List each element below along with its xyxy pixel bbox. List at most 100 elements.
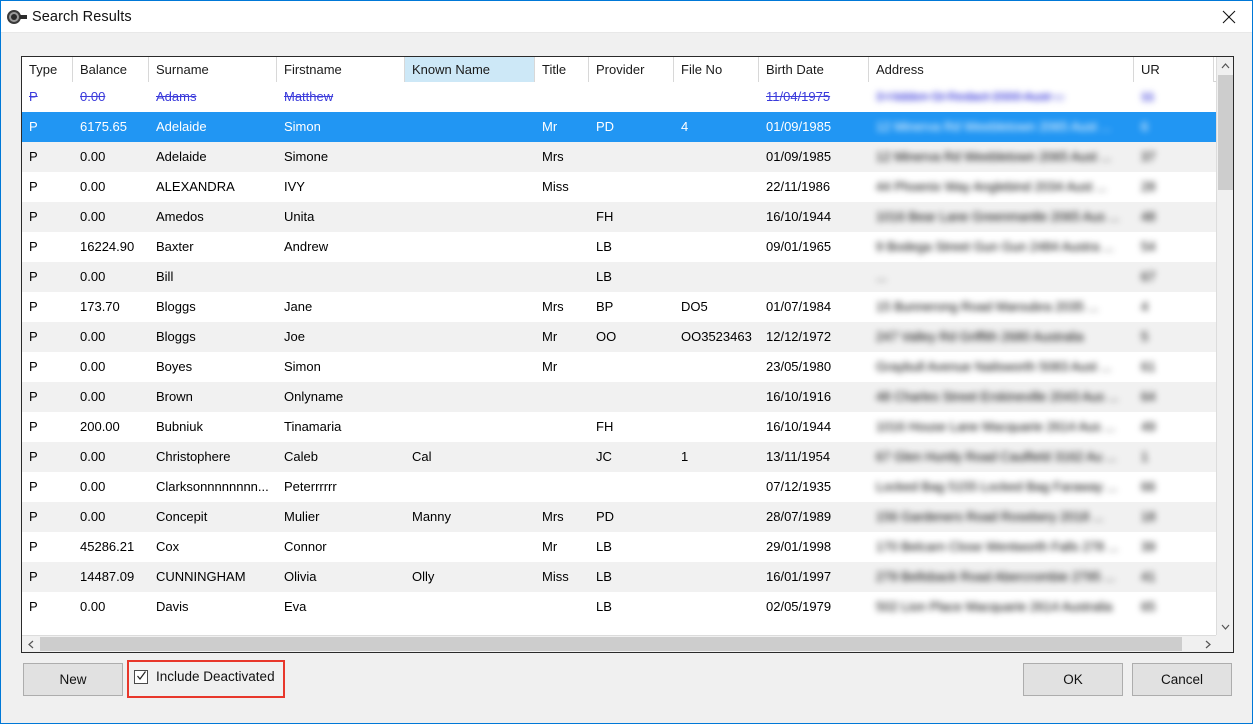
cell-ur: 37 bbox=[1141, 149, 1156, 164]
checkbox-box[interactable] bbox=[134, 669, 148, 684]
new-button[interactable]: New bbox=[23, 663, 123, 696]
column-header-provider[interactable]: Provider bbox=[589, 57, 674, 82]
cell-birth-date: 16/10/1944 bbox=[766, 419, 832, 434]
cell-type: P bbox=[29, 149, 38, 164]
vertical-scrollbar-thumb[interactable] bbox=[1218, 75, 1233, 190]
table-row[interactable]: P 0.00 Adelaide Simone Mrs 01/09/1985 12 Miner… bbox=[22, 142, 1216, 172]
cell-known-name bbox=[405, 142, 535, 172]
cell-type: P bbox=[29, 179, 38, 194]
cell-birth-date: 16/01/1997 bbox=[766, 569, 832, 584]
table-row[interactable]: P 0.00 Christophere Caleb Cal JC 1 13/11/1954 67… bbox=[22, 442, 1216, 472]
cell-title bbox=[535, 382, 589, 412]
cell-firstname: IVY bbox=[284, 179, 305, 194]
cell-type: P bbox=[29, 599, 38, 614]
column-header-ur[interactable]: UR bbox=[1134, 57, 1214, 82]
table-row[interactable]: P 0.00 Boyes Simon Mr 23/05/1980 Graybull Aven… bbox=[22, 352, 1216, 382]
cell-address: 3 Hidden St Redact 2000 Aust ... bbox=[876, 89, 1065, 104]
column-header-known-name[interactable]: Known Name bbox=[405, 57, 535, 82]
cell-surname: ALEXANDRA bbox=[156, 179, 235, 194]
table-row[interactable]: P 16224.90 Baxter Andrew LB 09/01/1965 9 Bodeg… bbox=[22, 232, 1216, 262]
table-row[interactable]: P 0.00 Adams Matthew 11/04/1975 3 Hidden St R… bbox=[22, 82, 1216, 112]
cell-known-name: Manny bbox=[412, 509, 452, 524]
cell-file-no: 1 bbox=[681, 449, 689, 464]
cell-balance: 0.00 bbox=[80, 329, 106, 344]
include-deactivated-checkbox[interactable]: Include Deactivated bbox=[134, 669, 275, 684]
cell-firstname: Peterrrrrr bbox=[284, 479, 337, 494]
cell-type: P bbox=[29, 299, 38, 314]
cell-known-name bbox=[405, 262, 535, 292]
search-results-grid[interactable]: Type Balance Surname Firstname Known Name Tit… bbox=[21, 56, 1234, 653]
cell-provider: LB bbox=[596, 539, 612, 554]
cell-file-no: DO5 bbox=[681, 299, 708, 314]
cell-birth-date: 07/12/1935 bbox=[766, 479, 832, 494]
cell-known-name bbox=[405, 382, 535, 412]
cell-address: 12 Minerva Rd Weebletown 2065 Aust ... bbox=[876, 149, 1112, 164]
column-header-firstname[interactable]: Firstname bbox=[277, 57, 405, 82]
cell-birth-date: 16/10/1916 bbox=[766, 389, 832, 404]
table-row[interactable]: P 6175.65 Adelaide Simon Mr PD 4 01/09/1985 12 M… bbox=[22, 112, 1216, 142]
cell-file-no bbox=[674, 232, 759, 262]
column-header-birth-date[interactable]: Birth Date bbox=[759, 57, 869, 82]
cell-balance: 200.00 bbox=[80, 419, 120, 434]
cell-balance: 45286.21 bbox=[80, 539, 135, 554]
column-header-type[interactable]: Type bbox=[22, 57, 73, 82]
cell-birth-date: 02/05/1979 bbox=[766, 599, 832, 614]
cell-ur: 61 bbox=[1141, 359, 1156, 374]
column-header-file-no[interactable]: File No bbox=[674, 57, 759, 82]
cell-address: 247 Valley Rd Griffith 2680 Australia bbox=[876, 329, 1084, 344]
column-header-balance[interactable]: Balance bbox=[73, 57, 149, 82]
cell-title: Mr bbox=[542, 359, 558, 374]
cell-provider: LB bbox=[596, 599, 612, 614]
cell-file-no bbox=[674, 82, 759, 112]
cell-file-no bbox=[674, 262, 759, 292]
horizontal-scrollbar-thumb[interactable] bbox=[40, 637, 1182, 651]
cell-title bbox=[535, 592, 589, 622]
table-row[interactable]: P 0.00 Concepit Mulier Manny Mrs PD 28/07/1989 1… bbox=[22, 502, 1216, 532]
cell-type: P bbox=[29, 509, 38, 524]
cell-title: Mrs bbox=[542, 149, 564, 164]
search-results-dialog: Search Results Type Balance Surname Firstna… bbox=[0, 0, 1253, 724]
cell-birth-date: 29/01/1998 bbox=[766, 539, 832, 554]
column-header-title[interactable]: Title bbox=[535, 57, 589, 82]
cell-balance: 16224.90 bbox=[80, 239, 135, 254]
cell-known-name bbox=[405, 292, 535, 322]
vertical-scrollbar[interactable] bbox=[1216, 57, 1233, 635]
table-row[interactable]: P 45286.21 Cox Connor Mr LB 29/01/1998 170 Belc… bbox=[22, 532, 1216, 562]
table-row[interactable]: P 0.00 Amedos Unita FH 16/10/1944 1016 Bear La… bbox=[22, 202, 1216, 232]
cell-address: 156 Gardeners Road Rosebery 2018 ... bbox=[876, 509, 1104, 524]
cell-firstname: Simon bbox=[284, 359, 321, 374]
table-row[interactable]: P 0.00 Bloggs Joe Mr OO OO3523463 12/12/1972 247… bbox=[22, 322, 1216, 352]
table-row[interactable]: P 0.00 ALEXANDRA IVY Miss 22/11/1986 44 Phoeni… bbox=[22, 172, 1216, 202]
cell-birth-date bbox=[759, 262, 869, 292]
chevron-down-icon[interactable] bbox=[1217, 618, 1233, 635]
cell-surname: Bloggs bbox=[156, 329, 196, 344]
cell-firstname: Simone bbox=[284, 149, 329, 164]
table-row[interactable]: P 0.00 Bill LB... 67 bbox=[22, 262, 1216, 292]
cancel-button[interactable]: Cancel bbox=[1132, 663, 1232, 696]
close-icon[interactable] bbox=[1206, 1, 1252, 32]
table-row[interactable]: P 0.00 Brown Onlyname 16/10/1916 48 Charles S… bbox=[22, 382, 1216, 412]
ok-button[interactable]: OK bbox=[1023, 663, 1123, 696]
cell-surname: Adelaide bbox=[156, 149, 207, 164]
column-header-surname[interactable]: Surname bbox=[149, 57, 277, 82]
table-row[interactable]: P 200.00 Bubniuk Tinamaria FH 16/10/1944 1016 … bbox=[22, 412, 1216, 442]
table-row[interactable]: P 0.00 Clarksonnnnnnnn... Peterrrrrr 07/12/1… bbox=[22, 472, 1216, 502]
table-row[interactable]: P 173.70 Bloggs Jane Mrs BP DO5 01/07/1984 15 Bu… bbox=[22, 292, 1216, 322]
cell-balance: 0.00 bbox=[80, 209, 106, 224]
cell-address: 502 Lion Place Macquarie 2614 Australia bbox=[876, 599, 1113, 614]
cell-provider: BP bbox=[596, 299, 614, 314]
table-row[interactable]: P 0.00 Davis Eva LB 02/05/1979 502 Lion Place … bbox=[22, 592, 1216, 622]
cell-type: P bbox=[29, 89, 38, 104]
cell-address: 1016 Bear Lane Greenmantle 2065 Aus ... bbox=[876, 209, 1120, 224]
cell-known-name bbox=[405, 472, 535, 502]
cell-address: ... bbox=[876, 269, 887, 284]
cell-provider: FH bbox=[596, 209, 614, 224]
cell-known-name: Cal bbox=[412, 449, 432, 464]
table-row[interactable]: P 14487.09 CUNNINGHAM Olivia Olly Miss LB 16/01… bbox=[22, 562, 1216, 592]
cell-title bbox=[535, 472, 589, 502]
cell-firstname: Andrew bbox=[284, 239, 329, 254]
column-header-address[interactable]: Address bbox=[869, 57, 1134, 82]
chevron-up-icon[interactable] bbox=[1217, 57, 1233, 74]
cell-file-no bbox=[674, 412, 759, 442]
cell-known-name bbox=[405, 172, 535, 202]
